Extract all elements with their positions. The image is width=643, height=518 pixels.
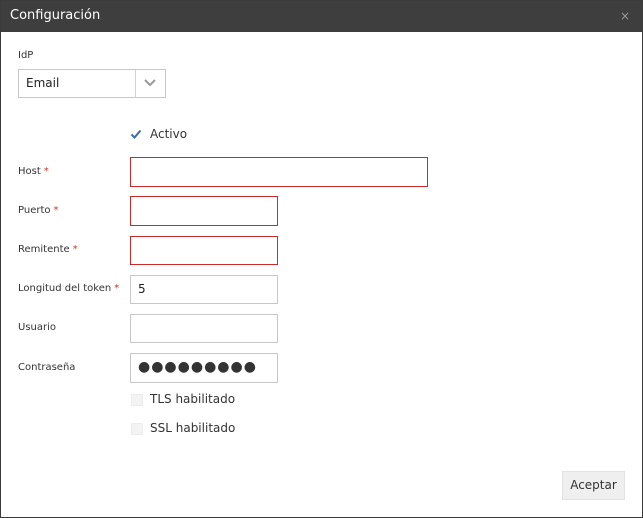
host-label: Host * — [18, 166, 49, 177]
chevron-down-icon — [144, 79, 156, 87]
user-label: Usuario — [18, 322, 57, 333]
password-label: Contraseña — [18, 362, 76, 373]
token-length-input[interactable]: 5 — [130, 275, 278, 304]
sender-input[interactable] — [130, 236, 278, 265]
required-marker: * — [43, 166, 49, 177]
accept-button[interactable]: Aceptar — [562, 471, 625, 500]
dialog-titlebar: Configuración × — [1, 1, 642, 32]
active-label: Activo — [150, 127, 188, 141]
user-input[interactable] — [130, 314, 278, 343]
password-input[interactable]: ●●●●●●●●● — [130, 353, 278, 383]
idp-selected-value: Email — [26, 76, 60, 90]
idp-label: IdP — [18, 50, 34, 61]
ssl-checkbox[interactable] — [131, 423, 143, 435]
required-marker: * — [72, 244, 78, 255]
sender-label: Remitente * — [18, 244, 78, 255]
check-icon — [130, 129, 142, 139]
tls-checkbox[interactable] — [131, 394, 143, 406]
token-length-label: Longitud del token * — [18, 283, 120, 294]
close-icon[interactable]: × — [620, 9, 630, 23]
tls-label: TLS habilitado — [150, 392, 236, 406]
idp-select[interactable]: Email — [18, 69, 166, 98]
dialog-title: Configuración — [10, 8, 101, 23]
active-checkbox[interactable] — [130, 128, 142, 140]
configuration-dialog: Configuración × IdP Email Activo Host * P… — [0, 0, 643, 518]
required-marker: * — [53, 205, 59, 216]
ssl-label: SSL habilitado — [150, 421, 236, 435]
port-label: Puerto * — [18, 205, 59, 216]
select-divider — [135, 70, 136, 97]
required-marker: * — [114, 283, 120, 294]
host-input[interactable] — [130, 157, 428, 187]
port-input[interactable] — [130, 196, 278, 226]
